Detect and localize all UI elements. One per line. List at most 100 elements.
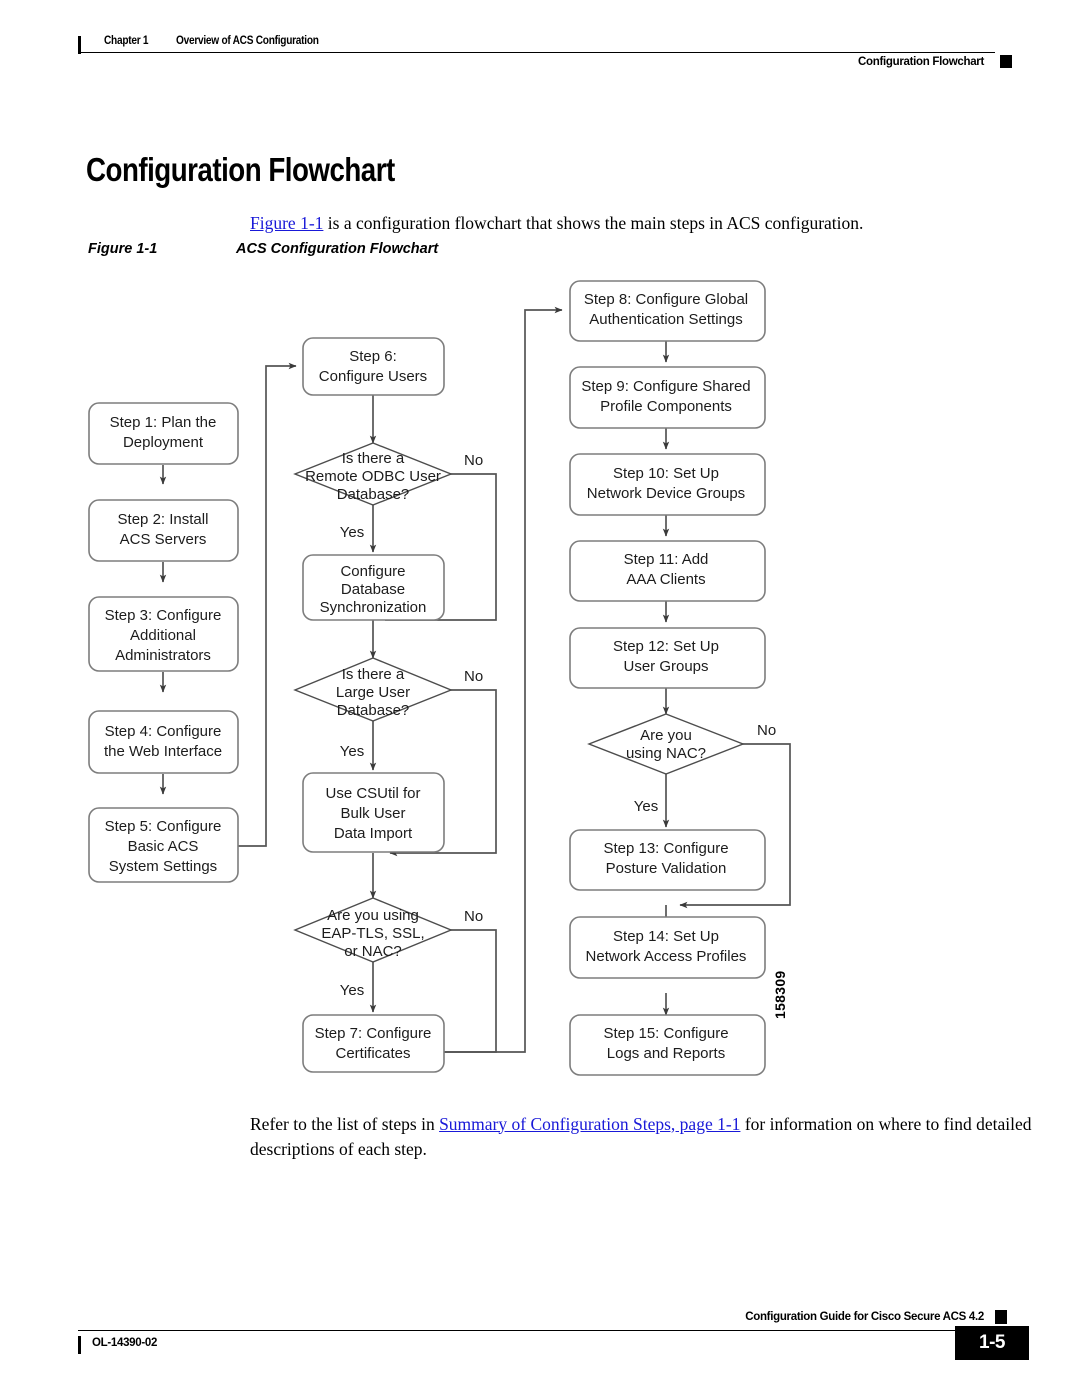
- node-step-9[interactable]: Step 9: Configure Shared Profile Compone…: [569, 366, 766, 429]
- decision-eap-tls-line-2: EAP-TLS, SSL,: [321, 925, 424, 942]
- intro-paragraph: Figure 1-1 is a configuration flowchart …: [250, 211, 1040, 235]
- decision-remote-odbc-line-3: Database?: [337, 486, 410, 503]
- node-step-5-line-1: Step 5: Configure: [105, 818, 222, 835]
- branch-label-no-1: No: [464, 452, 483, 469]
- node-step-8[interactable]: Step 8: Configure Global Authentication …: [569, 280, 766, 342]
- intro-text: is a configuration flowchart that shows …: [323, 212, 864, 233]
- node-step-12-line-1: Step 12: Set Up: [613, 638, 719, 655]
- node-step-9-line-2: Profile Components: [600, 398, 732, 415]
- node-step-13[interactable]: Step 13: Configure Posture Validation: [569, 829, 766, 891]
- node-step-5[interactable]: Step 5: Configure Basic ACS System Setti…: [88, 807, 239, 883]
- node-step-1-line-1: Step 1: Plan the: [110, 414, 217, 431]
- node-step-1-line-2: Deployment: [123, 434, 204, 451]
- node-step-10-line-1: Step 10: Set Up: [613, 465, 719, 482]
- figure-caption: Figure 1-1 ACS Configuration Flowchart: [88, 241, 438, 257]
- summary-steps-link[interactable]: Summary of Configuration Steps, page 1-1: [439, 1114, 740, 1134]
- node-configure-database-sync[interactable]: Configure Database Synchronization: [302, 554, 445, 621]
- branch-label-no-3: No: [464, 908, 483, 925]
- node-step-3[interactable]: Step 3: Configure Additional Administrat…: [88, 596, 239, 672]
- node-step-5-line-3: System Settings: [109, 858, 217, 875]
- decision-large-user-line-1: Is there a: [342, 666, 405, 683]
- node-step-15[interactable]: Step 15: Configure Logs and Reports: [569, 1014, 766, 1076]
- footer-rule: [78, 1330, 995, 1332]
- node-step-4-line-2: the Web Interface: [104, 743, 222, 760]
- figure-title: ACS Configuration Flowchart: [236, 241, 439, 257]
- closing-text-before: Refer to the list of steps in: [250, 1113, 440, 1134]
- page-header: Chapter 1 Overview of ACS Configuration …: [0, 0, 1080, 90]
- decision-eap-tls-line-1: Are you using: [327, 907, 419, 924]
- configure-db-sync-line-3: Synchronization: [320, 599, 427, 616]
- node-step-7[interactable]: Step 7: Configure Certificates: [302, 1014, 445, 1073]
- node-step-10-line-2: Network Device Groups: [587, 485, 745, 502]
- node-step-13-line-1: Step 13: Configure: [603, 840, 728, 857]
- node-step-7-line-1: Step 7: Configure: [315, 1025, 432, 1042]
- branch-label-yes-3: Yes: [340, 982, 364, 999]
- use-csutil-line-3: Data Import: [334, 825, 413, 842]
- footer-square-marker: [995, 1310, 1007, 1324]
- node-step-3-line-3: Administrators: [115, 647, 211, 664]
- footer-guide-title: Configuration Guide for Cisco Secure ACS…: [745, 1311, 984, 1323]
- use-csutil-line-1: Use CSUtil for: [325, 785, 420, 802]
- node-decision-large-user-db[interactable]: Is there a Large User Database?: [293, 657, 453, 722]
- footer-page-number: 1-5: [979, 1332, 1005, 1353]
- node-step-10[interactable]: Step 10: Set Up Network Device Groups: [569, 453, 766, 516]
- branch-label-no-4: No: [757, 722, 776, 739]
- footer-change-bar: [78, 1336, 81, 1354]
- figure-number: Figure 1-1: [88, 241, 158, 257]
- branch-label-no-2: No: [464, 668, 483, 685]
- node-step-8-line-2: Authentication Settings: [589, 311, 742, 328]
- node-step-6-line-2: Configure Users: [319, 368, 427, 385]
- decision-remote-odbc-line-1: Is there a: [342, 450, 405, 467]
- node-step-1[interactable]: Step 1: Plan the Deployment: [88, 402, 239, 465]
- node-step-9-line-1: Step 9: Configure Shared: [581, 378, 750, 395]
- node-decision-eap-tls[interactable]: Are you using EAP-TLS, SSL, or NAC?: [293, 897, 453, 963]
- figure-cross-reference-link[interactable]: Figure 1-1: [250, 213, 323, 233]
- node-step-14-line-1: Step 14: Set Up: [613, 928, 719, 945]
- node-step-6[interactable]: Step 6: Configure Users: [302, 337, 445, 396]
- node-step-7-line-2: Certificates: [335, 1045, 410, 1062]
- branch-label-yes-4: Yes: [634, 798, 658, 815]
- node-step-14-line-2: Network Access Profiles: [586, 948, 747, 965]
- node-step-2-line-2: ACS Servers: [120, 531, 207, 548]
- node-step-15-line-1: Step 15: Configure: [603, 1025, 728, 1042]
- header-chapter-label: Chapter 1: [104, 35, 149, 47]
- figure-id-number: 158309: [772, 970, 788, 1019]
- node-step-11[interactable]: Step 11: Add AAA Clients: [569, 540, 766, 602]
- decision-using-nac-line-1: Are you: [640, 727, 692, 744]
- node-decision-remote-odbc[interactable]: Is there a Remote ODBC User Database?: [293, 442, 453, 506]
- node-step-12[interactable]: Step 12: Set Up User Groups: [569, 627, 766, 689]
- configure-db-sync-line-2: Database: [341, 581, 405, 598]
- header-section-title: Configuration Flowchart: [858, 56, 984, 68]
- node-step-15-line-2: Logs and Reports: [607, 1045, 725, 1062]
- node-decision-using-nac[interactable]: Are you using NAC?: [587, 713, 745, 775]
- footer-document-id: OL-14390-02: [92, 1337, 158, 1349]
- edge-s5-s6: [238, 362, 297, 847]
- page-title: Configuration Flowchart: [86, 151, 395, 189]
- node-step-14[interactable]: Step 14: Set Up Network Access Profiles: [569, 916, 766, 979]
- configure-db-sync-line-1: Configure: [340, 563, 405, 580]
- node-step-8-line-1: Step 8: Configure Global: [584, 291, 748, 308]
- branch-label-yes-1: Yes: [340, 524, 364, 541]
- decision-remote-odbc-line-2: Remote ODBC User: [305, 468, 441, 485]
- decision-using-nac-line-2: using NAC?: [626, 745, 706, 762]
- node-step-2[interactable]: Step 2: Install ACS Servers: [88, 499, 239, 562]
- node-step-4-line-1: Step 4: Configure: [105, 723, 222, 740]
- node-step-6-line-1: Step 6:: [349, 348, 397, 365]
- decision-large-user-line-2: Large User: [336, 684, 410, 701]
- branch-label-yes-2: Yes: [340, 743, 364, 760]
- acs-configuration-flowchart: Step 1: Plan the Deployment Step 2: Inst…: [88, 280, 791, 1076]
- node-step-3-line-1: Step 3: Configure: [105, 607, 222, 624]
- node-use-csutil[interactable]: Use CSUtil for Bulk User Data Import: [302, 772, 445, 853]
- node-step-2-line-1: Step 2: Install: [118, 511, 209, 528]
- node-step-11-line-2: AAA Clients: [626, 571, 705, 588]
- decision-eap-tls-line-3: or NAC?: [344, 943, 402, 960]
- use-csutil-line-2: Bulk User: [340, 805, 405, 822]
- edge-s7-s8: [443, 306, 563, 1053]
- node-step-12-line-2: User Groups: [623, 658, 708, 675]
- node-step-5-line-2: Basic ACS: [128, 838, 199, 855]
- node-step-4[interactable]: Step 4: Configure the Web Interface: [88, 710, 239, 774]
- decision-large-user-line-3: Database?: [337, 702, 410, 719]
- closing-paragraph: Refer to the list of steps in Summary of…: [250, 1112, 1040, 1162]
- header-chapter-title: Overview of ACS Configuration: [176, 35, 319, 47]
- header-square-marker: [1000, 55, 1012, 68]
